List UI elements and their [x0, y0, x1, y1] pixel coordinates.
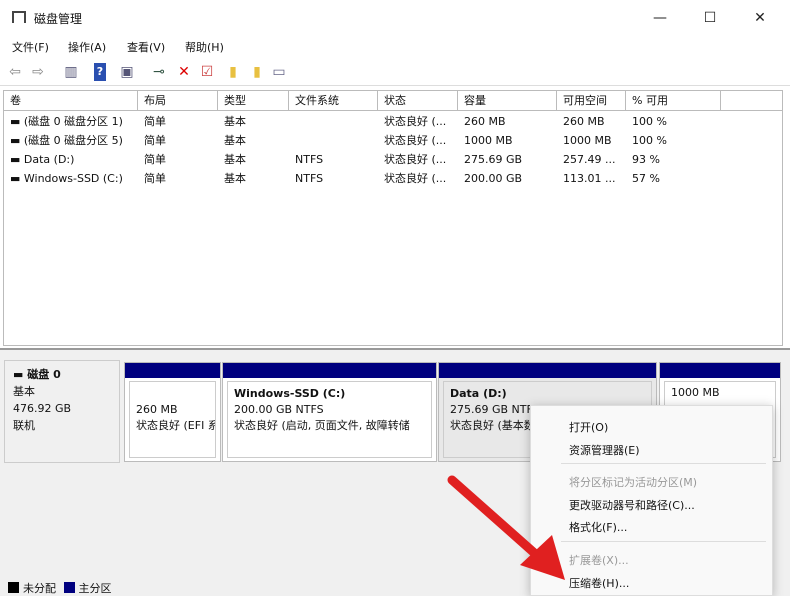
annotation-arrow: [447, 475, 565, 580]
